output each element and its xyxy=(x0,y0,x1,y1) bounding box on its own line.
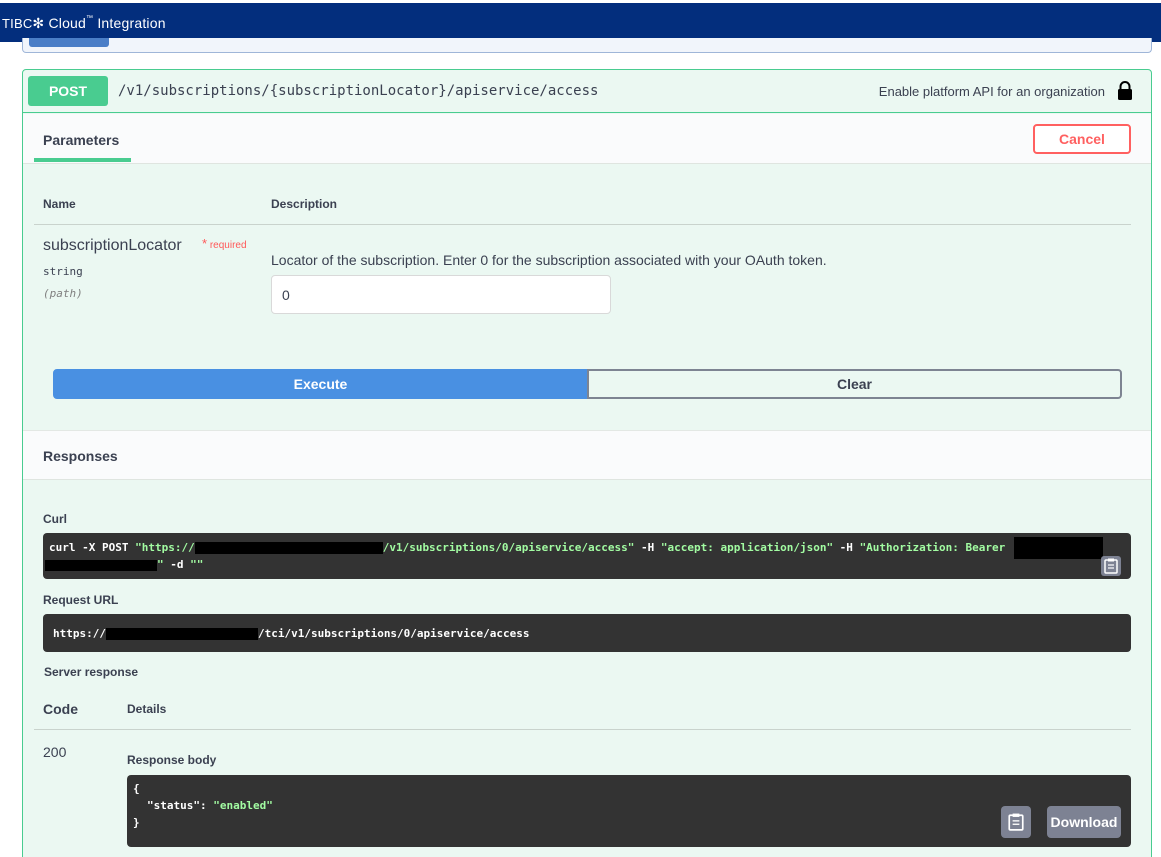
tab-active-indicator xyxy=(34,158,131,162)
tab-parameters[interactable]: Parameters xyxy=(43,132,119,148)
curl-header-auth: "Authorization: Bearer xyxy=(859,541,1006,554)
body-colon: : xyxy=(199,799,214,812)
parameters-header: Parameters Cancel xyxy=(23,114,1151,164)
brand-cloud: Cloud xyxy=(48,15,87,31)
param-type: string xyxy=(43,265,83,278)
required-label: required xyxy=(209,240,247,251)
clipboard-icon[interactable] xyxy=(1101,556,1121,576)
brand-tibco: TIBC xyxy=(2,16,33,31)
body-line-2: "status": "enabled" xyxy=(147,799,273,812)
response-body-block[interactable]: { "status": "enabled" } xyxy=(127,775,1131,847)
subscription-locator-input[interactable] xyxy=(271,275,611,314)
curl-quote: " xyxy=(157,558,164,571)
cancel-button[interactable]: Cancel xyxy=(1033,124,1131,154)
download-button[interactable]: Download xyxy=(1047,806,1121,838)
column-header-details: Details xyxy=(127,702,167,716)
redacted-token-1 xyxy=(1014,537,1103,559)
column-header-name: Name xyxy=(43,197,76,211)
operation-summary-text[interactable]: Enable platform API for an organization xyxy=(879,84,1105,99)
previous-operation-card[interactable] xyxy=(22,38,1152,53)
redacted-host xyxy=(105,628,258,640)
request-url: https:// /tci/v1/subscriptions/0/apiservi… xyxy=(53,627,530,640)
param-required-marker: * required xyxy=(202,236,247,251)
execute-button[interactable]: Execute xyxy=(53,369,588,399)
top-bar: TIBC✻ Cloud™ Integration xyxy=(0,3,1161,42)
clear-button[interactable]: Clear xyxy=(587,369,1122,399)
curl-header-flag-2: -H xyxy=(833,541,860,554)
response-body-label: Response body xyxy=(127,753,217,767)
redacted-token-2 xyxy=(45,559,157,571)
param-name: subscriptionLocator xyxy=(43,237,182,254)
param-location: (path) xyxy=(43,287,83,300)
column-header-code: Code xyxy=(43,701,78,717)
copy-response-button[interactable] xyxy=(1001,806,1031,838)
request-url-start: https:// xyxy=(53,627,106,640)
responses-title: Responses xyxy=(43,448,118,464)
method-badge[interactable]: POST xyxy=(28,76,108,106)
divider xyxy=(34,224,1131,225)
operation-path[interactable]: /v1/subscriptions/{subscriptionLocator}/… xyxy=(118,83,598,99)
curl-url-start: "https:// xyxy=(135,541,195,554)
request-url-label: Request URL xyxy=(43,593,119,607)
operation-summary[interactable]: POST /v1/subscriptions/{subscriptionLoca… xyxy=(23,70,1151,113)
request-url-end: /tci/v1/subscriptions/0/apiservice/acces… xyxy=(257,627,530,640)
required-star: * xyxy=(202,236,208,251)
body-line-1: { xyxy=(133,782,140,795)
curl-line-1: curl -X POST "https:// /v1/subscriptions/… xyxy=(49,541,1005,554)
curl-label: Curl xyxy=(43,512,67,526)
response-code: 200 xyxy=(43,744,67,760)
brand-logo: TIBC✻ Cloud™ Integration xyxy=(2,15,166,32)
brand-integration: Integration xyxy=(97,15,166,31)
column-header-description: Description xyxy=(271,197,338,211)
clipboard-icon xyxy=(1008,813,1024,831)
server-response-label: Server response xyxy=(44,665,139,679)
curl-header-flag: -H xyxy=(634,541,661,554)
responses-header: Responses xyxy=(23,430,1151,480)
brand-swirl-icon: ✻ xyxy=(32,15,45,31)
curl-line-2: " -d "" xyxy=(45,558,203,571)
curl-command: curl -X POST xyxy=(49,541,136,554)
curl-data-flag: -d xyxy=(163,558,191,571)
body-line-3: } xyxy=(133,816,140,829)
body-key: "status" xyxy=(147,799,200,812)
param-description: Locator of the subscription. Enter 0 for… xyxy=(271,252,827,268)
redacted-host xyxy=(194,542,383,554)
request-url-block[interactable]: https:// /tci/v1/subscriptions/0/apiservi… xyxy=(43,614,1131,652)
curl-data-body: "" xyxy=(190,558,204,571)
curl-block[interactable]: curl -X POST "https:// /v1/subscriptions/… xyxy=(43,533,1131,579)
curl-url-end: /v1/subscriptions/0/apiservice/access" xyxy=(382,541,635,554)
divider xyxy=(34,729,1131,730)
lock-icon[interactable] xyxy=(1116,81,1134,101)
trademark-icon: ™ xyxy=(86,15,94,22)
previous-method-badge[interactable] xyxy=(29,38,109,47)
body-value: "enabled" xyxy=(213,799,273,812)
curl-header-accept: "accept: application/json" xyxy=(660,541,834,554)
operation-block: POST /v1/subscriptions/{subscriptionLoca… xyxy=(22,69,1152,857)
